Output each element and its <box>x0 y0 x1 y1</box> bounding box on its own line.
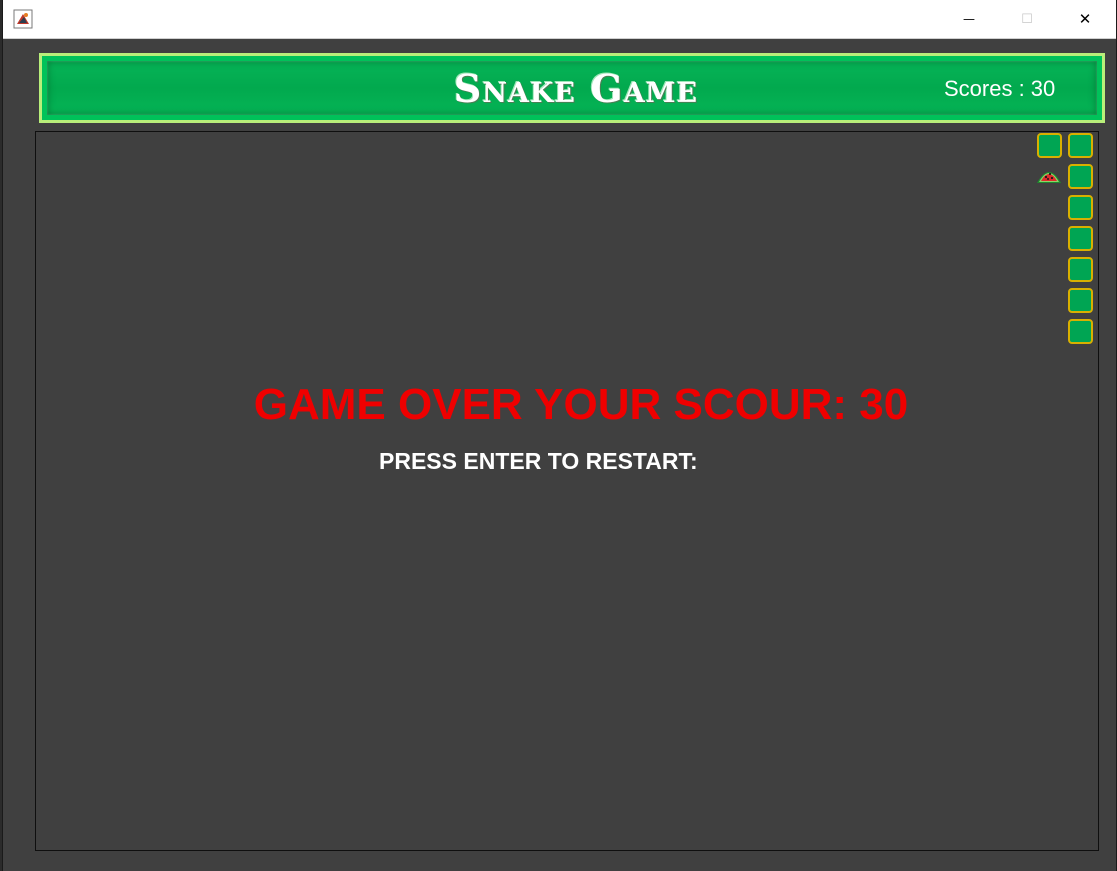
game-title: Snake Game <box>453 66 699 111</box>
game-over-message: GAME OVER YOUR SCOUR: 30 <box>253 380 909 429</box>
snake-segment <box>1037 133 1062 158</box>
close-icon: ✕ <box>1078 10 1092 28</box>
snake-segment <box>1068 288 1093 313</box>
snake-segment <box>1068 133 1093 158</box>
minimize-icon: — <box>963 12 975 26</box>
title-bar[interactable]: — ☐ ✕ <box>3 0 1116 39</box>
restart-prompt: PRESS ENTER TO RESTART: <box>379 448 698 474</box>
snake-segment <box>1068 195 1093 220</box>
maximize-icon: ☐ <box>1021 11 1033 27</box>
watermelon-icon <box>1037 172 1061 183</box>
snake-segment <box>1068 164 1093 189</box>
maximize-button[interactable]: ☐ <box>1004 0 1050 38</box>
snake-segment <box>1068 257 1093 282</box>
snake-segment <box>1068 226 1093 251</box>
game-window: — ☐ ✕ Snake Game Scores : 30 GAME OVER Y… <box>2 0 1117 871</box>
score-label: Scores : 30 <box>944 76 1056 101</box>
minimize-button[interactable]: — <box>946 0 992 38</box>
close-button[interactable]: ✕ <box>1062 0 1108 38</box>
snake-segment <box>1068 319 1093 344</box>
game-header: Snake Game Scores : 30 <box>39 53 1105 123</box>
java-app-icon <box>13 9 33 29</box>
game-board[interactable]: GAME OVER YOUR SCOUR: 30 PRESS ENTER TO … <box>35 131 1099 851</box>
